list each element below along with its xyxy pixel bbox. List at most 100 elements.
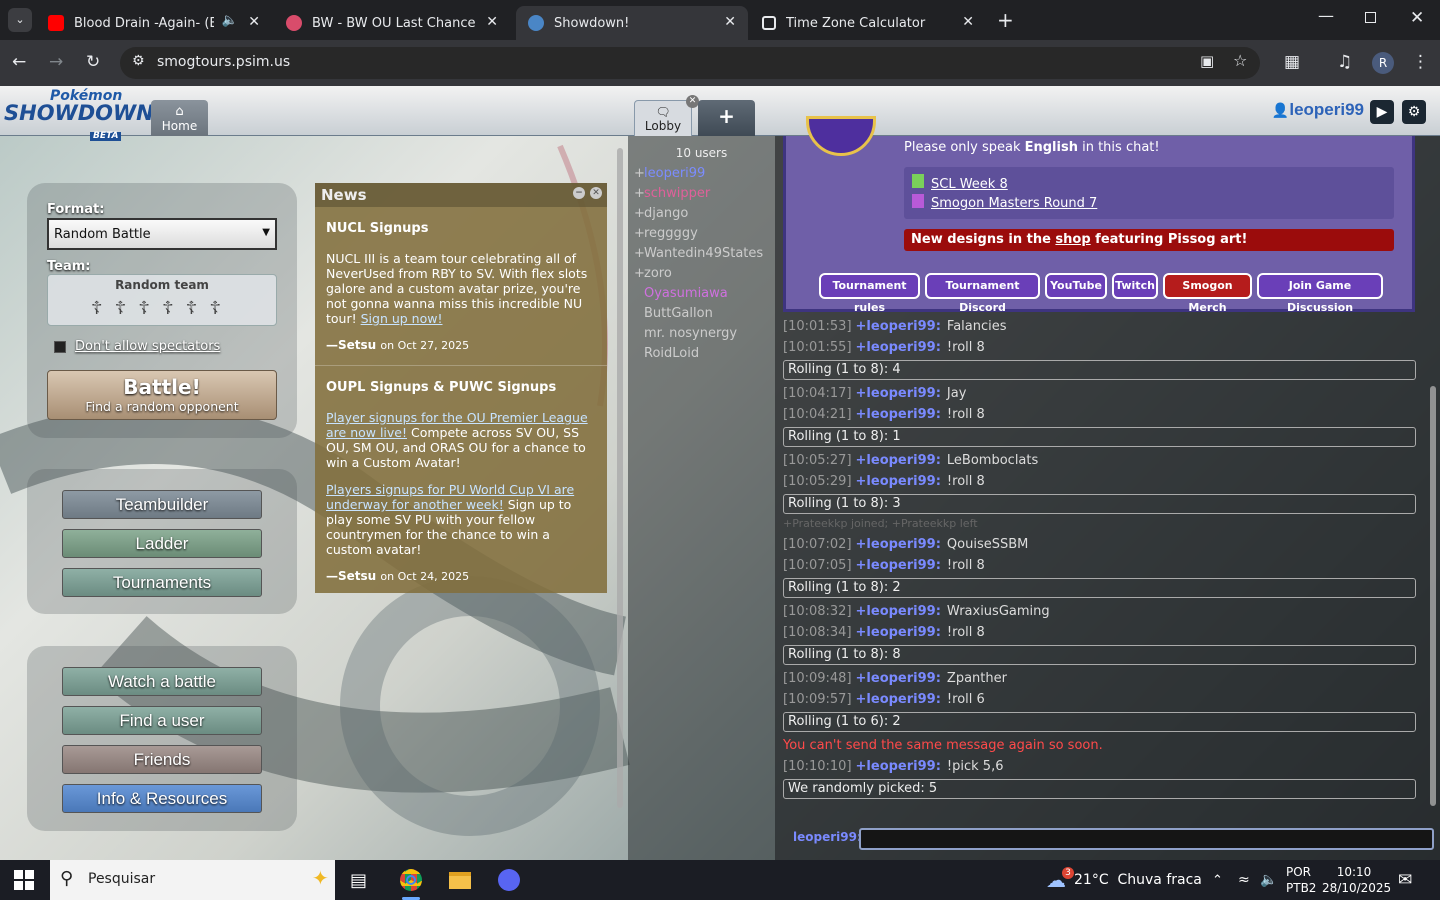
discord-icon[interactable] [498,860,520,900]
message-username[interactable]: +leoperi99: [856,537,941,552]
twitch-button[interactable]: Twitch [1112,273,1158,299]
find-user-button[interactable]: Find a user [62,706,262,735]
message-username[interactable]: +leoperi99: [856,558,941,573]
youtube-button[interactable]: YouTube [1045,273,1107,299]
close-tab-icon[interactable]: ✕ [486,14,498,30]
new-room-button[interactable]: + [698,100,755,136]
install-app-icon[interactable]: ▣ [1200,52,1214,70]
task-view-icon[interactable]: ▤ [350,860,367,900]
userlist-item[interactable]: Oyasumiawa [628,286,775,306]
chat-scrollbar[interactable] [1430,386,1436,806]
reload-icon[interactable]: ↻ [86,52,100,72]
chrome-icon[interactable] [400,860,422,900]
tab-time-zone[interactable]: Time Zone Calculator ✕ [750,6,986,40]
news-link[interactable]: Sign up now! [361,311,443,326]
sound-button[interactable]: ▶ [1370,100,1394,124]
ladder-button[interactable]: Ladder [62,529,262,558]
userlist-item[interactable]: ButtGallon [628,306,775,326]
tab-search-button[interactable]: ⌄ [8,8,32,32]
userlist-item[interactable]: +zoro [628,266,775,286]
wifi-icon[interactable]: ≈ [1238,860,1250,900]
extensions-icon[interactable]: ▦ [1284,52,1300,72]
bookmark-star-icon[interactable]: ☆ [1233,51,1247,70]
chat-message: [10:04:17] +leoperi99: Jay [783,383,966,404]
settings-gear-icon[interactable]: ⚙ [1402,100,1426,124]
shop-link[interactable]: shop [1055,232,1090,247]
user-rank: + [634,186,645,201]
userlist-item[interactable]: RoidLoid [628,346,775,366]
minimize-news-icon[interactable]: − [573,187,585,199]
clock[interactable]: 10:10 28/10/2025 [1322,864,1391,896]
new-tab-icon[interactable]: + [997,8,1014,32]
message-username[interactable]: +leoperi99: [856,453,941,468]
profile-avatar[interactable]: R [1372,52,1394,74]
spectators-checkbox[interactable] [54,341,66,353]
close-window-icon[interactable]: ✕ [1410,8,1424,28]
tab-lobby[interactable]: 🗨 Lobby ✕ [634,95,699,136]
speaker-icon[interactable]: 🔈 [222,13,238,28]
notifications-icon[interactable]: ✉ [1398,860,1412,900]
forward-icon[interactable]: → [49,52,63,72]
media-control-icon[interactable]: ♫ [1337,52,1352,72]
message-username[interactable]: +leoperi99: [856,319,941,334]
taskbar-search-box[interactable]: ⚲ Pesquisar ✦ [50,860,335,900]
tab-title: Time Zone Calculator [786,15,926,31]
smogon-masters-link[interactable]: Smogon Masters Round 7 [931,196,1097,211]
format-select[interactable]: Random Battle ▼ [47,218,277,250]
tournament-discord-button[interactable]: Tournament Discord [925,273,1040,314]
message-username[interactable]: +leoperi99: [856,625,941,640]
message-username[interactable]: +leoperi99: [856,604,941,619]
battle-button[interactable]: Battle! Find a random opponent [47,370,277,420]
userlist-item[interactable]: +django [628,206,775,226]
address-bar[interactable]: ⚙ smogtours.psim.us ▣ ☆ [120,47,1260,79]
file-explorer-icon[interactable] [449,860,471,900]
input-language[interactable]: POR PTB2 [1286,864,1316,896]
info-resources-button[interactable]: Info & Resources [62,784,262,813]
tournament-rules-button[interactable]: Tournament rules [819,273,920,314]
menu-kebab-icon[interactable]: ⋮ [1412,52,1429,72]
show-hidden-icons[interactable]: ⌃ [1212,860,1223,900]
volume-icon[interactable]: 🔈 [1260,860,1277,900]
back-icon[interactable]: ← [12,52,26,72]
message-username[interactable]: +leoperi99: [856,407,941,422]
userlist-item[interactable]: +reggggy [628,226,775,246]
close-news-icon[interactable]: ✕ [590,187,602,199]
close-tab-icon[interactable]: ✕ [724,14,736,30]
site-info-icon[interactable]: ⚙ [132,53,145,69]
chat-message: [10:08:32] +leoperi99: WraxiusGaming [783,601,1050,622]
tournaments-button[interactable]: Tournaments [62,568,262,597]
userlist-item[interactable]: +Wantedin49States [628,246,775,266]
tab-bw-ou[interactable]: BW - BW OU Last Chance #2: R ✕ [274,6,510,40]
showdown-logo[interactable]: Pokémon SHOWDOWN! BETA [4,89,163,141]
left-scrollbar[interactable] [617,148,623,808]
userlist-item[interactable]: +leoperi99 [628,166,775,186]
message-username[interactable]: +leoperi99: [856,386,941,401]
close-tab-icon[interactable]: ✕ [962,14,974,30]
message-username[interactable]: +leoperi99: [856,474,941,489]
close-tab-icon[interactable]: ✕ [248,14,260,30]
userlist-item[interactable]: +schwipper [628,186,775,206]
tab-youtube[interactable]: Blood Drain -Again- (Eltnum 🔈 ✕ [36,6,272,40]
message-username[interactable]: +leoperi99: [856,692,941,707]
message-username[interactable]: +leoperi99: [856,340,941,355]
message-username[interactable]: +leoperi99: [856,759,941,774]
message-text: Zpanther [946,671,1007,686]
team-select[interactable]: Random team ☦☦☦☦☦☦ [47,274,277,326]
scl-week-link[interactable]: SCL Week 8 [931,177,1008,192]
windows-start-icon[interactable] [14,860,34,900]
weather-widget[interactable]: ☁ 3 21°C Chuva fraca [1046,860,1202,900]
teambuilder-button[interactable]: Teambuilder [62,490,262,519]
username-button[interactable]: 👤leoperi99 [1272,100,1364,120]
maximize-icon[interactable] [1365,12,1376,23]
spectators-label[interactable]: Don't allow spectators [75,339,220,354]
message-username[interactable]: +leoperi99: [856,671,941,686]
tab-showdown[interactable]: Showdown! ✕ [516,6,748,40]
smogon-merch-button[interactable]: Smogon Merch [1163,273,1252,314]
userlist-item[interactable]: mr. nosynergy [628,326,775,346]
friends-button[interactable]: Friends [62,745,262,774]
watch-battle-button[interactable]: Watch a battle [62,667,262,696]
chat-input[interactable] [859,828,1434,850]
tab-home[interactable]: ⌂ Home [151,100,208,136]
minimize-icon[interactable]: — [1318,6,1334,25]
join-game-discussion-button[interactable]: Join Game Discussion [1257,273,1383,314]
